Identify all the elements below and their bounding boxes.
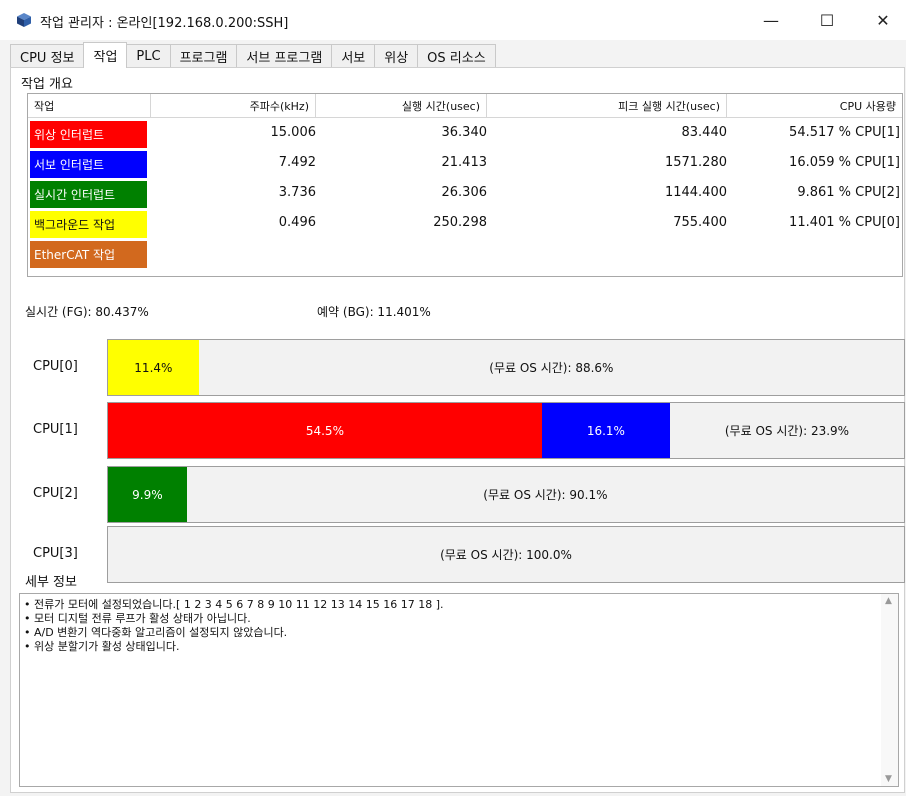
cpu-free-segment: (무료 OS 시간): 23.9% (724, 424, 850, 438)
overview-group-label: 작업 개요 (19, 73, 75, 92)
table-row[interactable]: 실시간 인터럽트 3.736 26.306 1144.400 9.861 % CPU[2… (28, 179, 902, 209)
tab-2[interactable]: PLC (126, 44, 171, 67)
app-cube-icon (17, 13, 31, 27)
task-name-cell: 실시간 인터럽트 (30, 181, 147, 208)
column-header-task[interactable]: 작업 (28, 94, 151, 118)
minimize-icon: — (763, 10, 779, 30)
cell-exec: 36.340 (441, 125, 488, 140)
cell-peak: 755.400 (673, 215, 727, 230)
cpu-task-segment: 11.4% (108, 340, 199, 395)
details-textbox[interactable]: • 전류가 모터에 설정되었습니다.[ 1 2 3 4 5 6 7 8 9 10… (19, 593, 899, 787)
cell-cpu: 16.059 % CPU[1] (789, 155, 900, 170)
cell-peak: 83.440 (681, 125, 728, 140)
window-title: 작업 관리자 : 온라인[192.168.0.200:SSH] (40, 16, 289, 31)
tab-5[interactable]: 서보 (331, 44, 376, 67)
task-tab-panel: 작업 개요 작업 주파수(kHz) 실행 시간(usec) 피크 실행 시간(u… (10, 67, 905, 793)
cell-freq: 3.736 (278, 185, 316, 200)
cpu-task-segment: 9.9% (108, 467, 187, 522)
table-row[interactable]: 위상 인터럽트 15.006 36.340 83.440 54.517 % CPU[1] (28, 119, 902, 149)
cell-exec: 250.298 (433, 215, 487, 230)
cpu-free-segment: (무료 OS 시간): 90.1% (483, 488, 608, 502)
maximize-button[interactable]: ☐ (804, 4, 850, 36)
details-lines: • 전류가 모터에 설정되었습니다.[ 1 2 3 4 5 6 7 8 9 10… (24, 598, 444, 654)
close-button[interactable]: ✕ (860, 4, 906, 36)
column-header-peak-time[interactable]: 피크 실행 시간(usec) (487, 94, 727, 118)
details-scrollbar[interactable]: ▲ ▼ (881, 594, 898, 786)
cell-freq: 15.006 (270, 125, 317, 140)
task-manager-window: 작업 관리자 : 온라인[192.168.0.200:SSH] — ☐ ✕ CP… (0, 0, 906, 796)
table-row[interactable]: EtherCAT 작업 (28, 239, 902, 269)
cell-exec: 26.306 (441, 185, 488, 200)
maximize-icon: ☐ (819, 10, 835, 30)
cell-freq: 7.492 (278, 155, 316, 170)
minimize-button[interactable]: — (748, 4, 794, 36)
task-name-cell: 백그라운드 작업 (30, 211, 147, 238)
cpu-free-segment: (무료 OS 시간): 88.6% (489, 361, 614, 375)
task-name-cell: 서보 인터럽트 (30, 151, 147, 178)
task-overview-table[interactable]: 작업 주파수(kHz) 실행 시간(usec) 피크 실행 시간(usec) C… (27, 93, 903, 277)
cpu-label: CPU[0] (33, 359, 78, 374)
cell-freq: 0.496 (278, 215, 316, 230)
detail-line: • 전류가 모터에 설정되었습니다.[ 1 2 3 4 5 6 7 8 9 10… (24, 598, 444, 611)
tab-4[interactable]: 서브 프로그램 (236, 44, 333, 67)
tab-0[interactable]: CPU 정보 (10, 44, 85, 67)
task-name-cell: 위상 인터럽트 (30, 121, 147, 148)
column-header-cpu-usage[interactable]: CPU 사용량 (727, 94, 902, 118)
table-row[interactable]: 서보 인터럽트 7.492 21.413 1571.280 16.059 % CPU[1… (28, 149, 902, 179)
cpu-task-segment: 16.1% (541, 403, 670, 458)
tab-strip: CPU 정보 작업 PLC 프로그램 서브 프로그램 서보 위상 OS 리소스 (10, 42, 496, 68)
details-group-label: 세부 정보 (23, 571, 79, 590)
cell-peak: 1571.280 (664, 155, 727, 170)
tab-1[interactable]: 작업 (83, 42, 128, 68)
cell-cpu: 54.517 % CPU[1] (789, 125, 900, 140)
tab-7[interactable]: OS 리소스 (417, 44, 496, 67)
tab-3[interactable]: 프로그램 (169, 44, 238, 67)
cpu-free-segment: (무료 OS 시간): 100.0% (440, 548, 572, 562)
cpu-label: CPU[2] (33, 486, 78, 501)
cpu-label: CPU[3] (33, 546, 78, 561)
scroll-down-arrow-icon[interactable]: ▼ (885, 774, 892, 784)
close-icon: ✕ (876, 10, 890, 30)
title-bar: 작업 관리자 : 온라인[192.168.0.200:SSH] — ☐ ✕ (0, 0, 906, 40)
detail-line: • 위상 분할기가 활성 상태입니다. (24, 640, 180, 653)
cell-cpu: 11.401 % CPU[0] (789, 215, 900, 230)
cell-exec: 21.413 (441, 155, 488, 170)
column-header-frequency[interactable]: 주파수(kHz) (151, 94, 316, 118)
cpu-usage-bar: 54.5% 16.1% (무료 OS 시간): 23.9% (107, 402, 905, 459)
scroll-up-arrow-icon[interactable]: ▲ (885, 596, 892, 606)
task-name-cell: EtherCAT 작업 (30, 241, 147, 268)
cpu-label: CPU[1] (33, 422, 78, 437)
cpu-task-segment: 54.5% (108, 403, 542, 458)
background-summary: 예약 (BG): 11.401% (317, 305, 431, 319)
cell-cpu: 9.861 % CPU[2] (797, 185, 900, 200)
detail-line: • A/D 변환기 역다중화 알고리즘이 설정되지 않았습니다. (24, 626, 288, 639)
detail-line: • 모터 디지털 전류 루프가 활성 상태가 아닙니다. (24, 612, 251, 625)
table-row[interactable]: 백그라운드 작업 0.496 250.298 755.400 11.401 % CPU[… (28, 209, 902, 239)
cpu-usage-bar: 11.4% (무료 OS 시간): 88.6% (107, 339, 905, 396)
cell-peak: 1144.400 (664, 185, 727, 200)
tab-6[interactable]: 위상 (374, 44, 419, 67)
cpu-usage-bar: 9.9% (무료 OS 시간): 90.1% (107, 466, 905, 523)
cpu-usage-bar: (무료 OS 시간): 100.0% (107, 526, 905, 583)
column-header-exec-time[interactable]: 실행 시간(usec) (316, 94, 487, 118)
foreground-summary: 실시간 (FG): 80.437% (25, 305, 149, 319)
